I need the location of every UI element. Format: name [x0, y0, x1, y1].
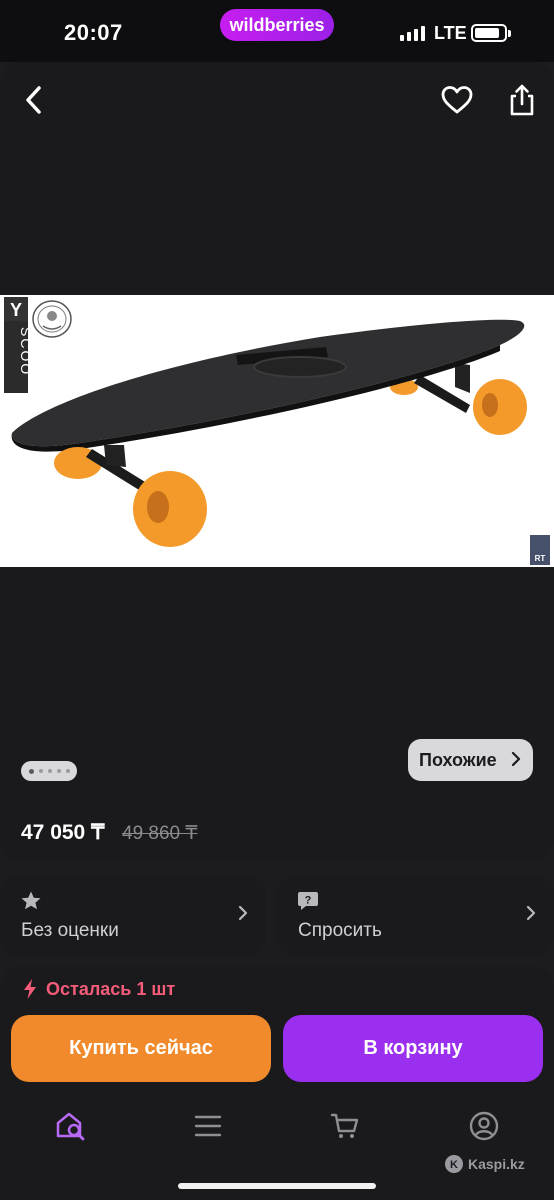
share-button[interactable] [502, 80, 542, 120]
brand-logo: wildberries [220, 9, 334, 41]
favorite-button[interactable] [437, 80, 477, 120]
chevron-right-icon [526, 905, 536, 921]
gallery-pagination[interactable] [21, 761, 77, 781]
tab-home[interactable] [52, 1108, 88, 1144]
product-photo[interactable]: Y SCOO RT [0, 295, 554, 567]
current-price: 47 050 ₸ [21, 821, 105, 844]
menu-icon [194, 1115, 222, 1137]
old-price: 49 860 ₸ [122, 823, 198, 844]
share-icon [510, 84, 534, 116]
back-button[interactable] [14, 80, 54, 120]
chevron-right-icon [511, 751, 521, 767]
stock-notice: Осталась 1 шт [22, 978, 175, 1000]
network-label: LTE [434, 23, 467, 43]
profile-icon [469, 1111, 499, 1141]
rating-card[interactable]: Без оценки [0, 874, 266, 956]
home-search-icon [56, 1112, 85, 1141]
svg-text:K: K [450, 1159, 458, 1171]
heart-icon [441, 86, 473, 114]
question-bubble-icon: ? [298, 892, 318, 910]
page-dot [47, 769, 52, 773]
stock-text: Осталась 1 шт [46, 978, 176, 999]
similar-button[interactable]: Похожие [408, 739, 533, 781]
tab-catalog[interactable] [190, 1108, 226, 1144]
skateboard-image [11, 319, 527, 547]
rating-label: Без оценки [21, 920, 119, 941]
kaspi-watermark: K Kaspi.kz [444, 1154, 525, 1174]
status-bar: 20:07 wildberries LTE [0, 0, 554, 62]
kaspi-logo-icon: K [445, 1155, 463, 1173]
ask-card[interactable]: ? Спросить [277, 874, 554, 956]
battery-icon [471, 24, 511, 42]
chevron-left-icon [26, 86, 41, 114]
page-dot [28, 768, 34, 774]
home-indicator [178, 1183, 376, 1189]
signal-icon [400, 25, 425, 41]
page-dot [56, 769, 61, 773]
lightning-icon [24, 979, 36, 999]
watermark-text: Kaspi.kz [468, 1156, 525, 1172]
chevron-right-icon [238, 905, 248, 921]
star-icon [21, 891, 41, 910]
status-time: 20:07 [64, 20, 123, 45]
add-to-cart-button[interactable]: В корзину [283, 1015, 543, 1082]
tab-cart[interactable] [327, 1108, 363, 1144]
ask-label: Спросить [298, 920, 382, 941]
cart-icon [330, 1113, 359, 1138]
page-dot [38, 769, 43, 773]
tab-profile[interactable] [466, 1108, 502, 1144]
buy-now-button[interactable]: Купить сейчас [11, 1015, 271, 1082]
page-dot [65, 769, 70, 773]
svg-text:?: ? [305, 895, 312, 907]
rt-badge: RT [530, 535, 550, 565]
similar-button-label: Похожие [419, 749, 497, 770]
